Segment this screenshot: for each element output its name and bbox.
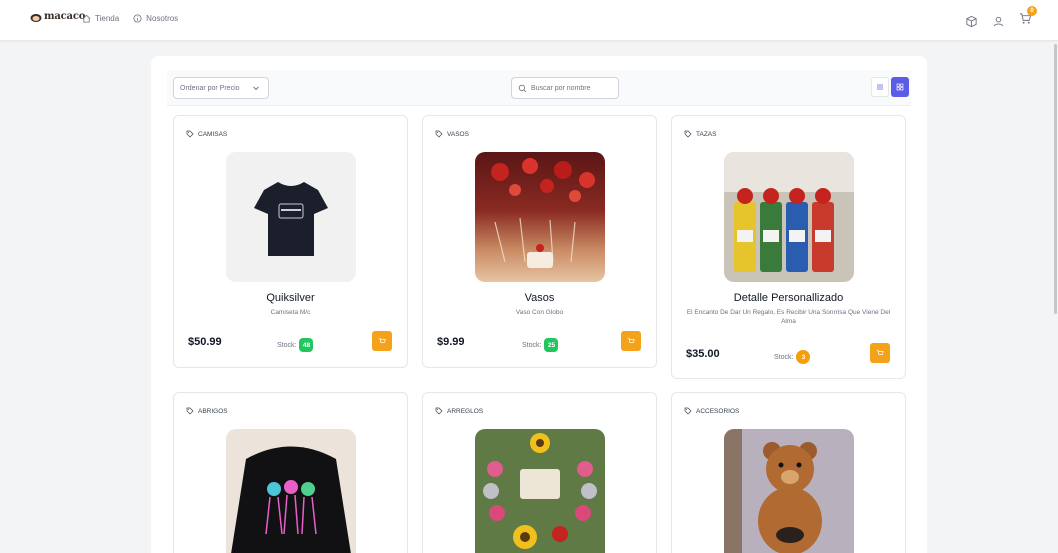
tag-icon xyxy=(435,407,443,415)
header-actions: 0 xyxy=(965,6,1037,30)
product-image[interactable] xyxy=(724,152,854,282)
product-subtitle: Camiseta M/c xyxy=(270,309,311,316)
cart-icon xyxy=(378,337,386,343)
teddy-bear-image xyxy=(724,429,822,553)
home-icon xyxy=(82,14,91,23)
top-navbar: macaco Tienda Nosotros 0 xyxy=(0,0,1058,40)
flower-arrangement-image xyxy=(483,433,597,549)
tag-icon xyxy=(684,407,692,415)
main-nav: Tienda Nosotros xyxy=(82,14,178,23)
add-to-cart-button[interactable] xyxy=(870,343,890,363)
sort-select-label: Ordenar por Precio xyxy=(180,84,240,92)
shop-toolbar: Ordenar por Precio xyxy=(167,70,911,106)
search-input[interactable] xyxy=(531,84,611,92)
product-card[interactable]: TAZAS Detalle Personallizado El Encanto … xyxy=(671,115,906,379)
product-image[interactable] xyxy=(724,429,854,553)
product-card[interactable]: CAMISAS Quiksilver Camiseta M/c $50.99 S… xyxy=(173,115,408,368)
grid-icon xyxy=(896,83,904,91)
grid-view-button[interactable] xyxy=(891,77,909,97)
search-icon xyxy=(518,84,527,92)
cart-icon xyxy=(876,349,884,355)
page-scrollbar[interactable] xyxy=(1054,44,1057,314)
product-image[interactable] xyxy=(226,152,356,282)
category-label: VASOS xyxy=(447,130,469,138)
category-label: CAMISAS xyxy=(198,130,228,138)
product-image[interactable] xyxy=(226,429,356,553)
stock-badge: 3 xyxy=(796,350,811,364)
chevron-down-icon xyxy=(253,86,259,91)
product-card[interactable]: ARREGLOS xyxy=(422,392,657,553)
list-icon xyxy=(877,84,883,90)
product-subtitle: Vaso Con Globo xyxy=(515,309,564,316)
product-title: Detalle Personallizado xyxy=(733,292,844,304)
view-toggle xyxy=(871,77,909,97)
tag-icon xyxy=(684,130,692,138)
monkey-logo-icon xyxy=(30,13,42,22)
add-to-cart-button[interactable] xyxy=(621,331,641,351)
cart-button[interactable]: 0 xyxy=(1019,6,1037,30)
product-price: $9.99 xyxy=(437,336,465,348)
category-label: TAZAS xyxy=(696,130,717,138)
search-box xyxy=(511,77,619,99)
cart-icon xyxy=(627,337,635,343)
stock-label: Stock: xyxy=(522,341,542,349)
add-to-cart-button[interactable] xyxy=(372,331,392,351)
tag-icon xyxy=(186,407,194,415)
stock-label: Stock: xyxy=(774,353,794,361)
product-subtitle: El Encanto De Dar Un Regalo, Es Recibir … xyxy=(686,309,891,325)
glasses-balloons-image xyxy=(491,158,595,268)
nav-nosotros[interactable]: Nosotros xyxy=(133,14,178,23)
product-image[interactable] xyxy=(475,429,605,553)
list-view-button[interactable] xyxy=(871,77,889,97)
category-tag: ABRIGOS xyxy=(186,407,228,415)
category-tag: TAZAS xyxy=(684,130,716,138)
stock-badge: 25 xyxy=(544,338,559,352)
category-tag: VASOS xyxy=(435,130,469,138)
category-tag: CAMISAS xyxy=(186,130,227,138)
cart-count-badge: 0 xyxy=(1027,6,1037,16)
user-icon[interactable] xyxy=(992,15,1005,28)
brand-name: macaco xyxy=(44,11,86,22)
product-image[interactable] xyxy=(475,152,605,282)
product-title: Vasos xyxy=(524,292,555,304)
sort-select[interactable]: Ordenar por Precio xyxy=(173,77,269,99)
category-label: ABRIGOS xyxy=(198,407,228,415)
product-price: $50.99 xyxy=(188,336,222,348)
stock-label: Stock: xyxy=(277,341,297,349)
tag-icon xyxy=(435,130,443,138)
brand-logo[interactable]: macaco xyxy=(30,11,85,22)
personalized-gift-image xyxy=(724,152,854,272)
product-stock: Stock: 25 xyxy=(522,338,559,352)
tshirt-image xyxy=(254,182,328,256)
stock-badge: 48 xyxy=(299,338,314,352)
product-stock: Stock: 48 xyxy=(277,338,314,352)
product-stock: Stock: 3 xyxy=(774,350,811,364)
cube-icon[interactable] xyxy=(965,15,978,28)
tag-icon xyxy=(186,130,194,138)
product-card[interactable]: ACCESORIOS xyxy=(671,392,906,553)
category-label: ARREGLOS xyxy=(447,407,484,415)
product-card[interactable]: ABRIGOS xyxy=(173,392,408,553)
category-tag: ACCESORIOS xyxy=(684,407,739,415)
product-title: Quiksilver xyxy=(266,292,315,304)
nav-nosotros-label: Nosotros xyxy=(146,14,179,23)
category-label: ACCESORIOS xyxy=(696,407,740,415)
nav-tienda-label: Tienda xyxy=(95,14,120,23)
sweatshirt-image xyxy=(231,446,351,553)
product-card[interactable]: VASOS Vasos Vaso Con Globo $9.99 Stock: … xyxy=(422,115,657,368)
nav-tienda[interactable]: Tienda xyxy=(82,14,119,23)
info-icon xyxy=(133,14,142,23)
category-tag: ARREGLOS xyxy=(435,407,483,415)
product-price: $35.00 xyxy=(686,348,720,360)
